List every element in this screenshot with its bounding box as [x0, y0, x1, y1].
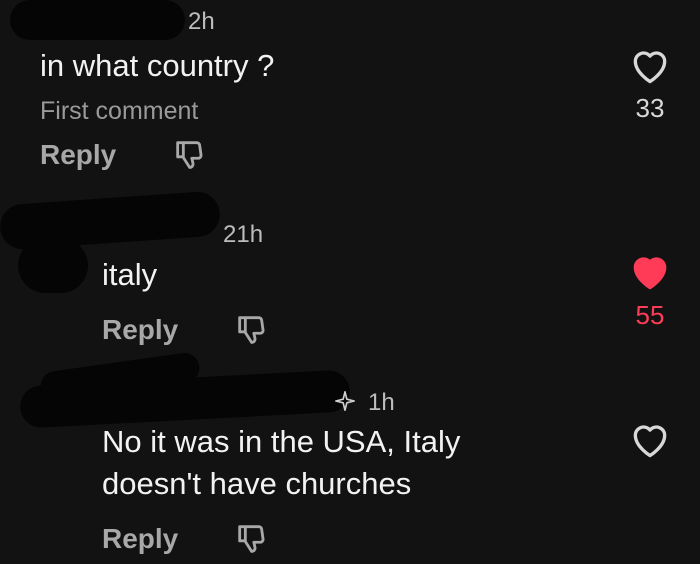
heart-icon[interactable] — [627, 44, 673, 88]
comment-3-text-line1: No it was in the USA, Italy — [102, 424, 461, 459]
reply-button[interactable]: Reply — [102, 523, 178, 555]
dislike-icon[interactable] — [172, 137, 206, 171]
heart-icon[interactable] — [627, 418, 673, 462]
comment-1-text: in what country ? — [40, 48, 275, 83]
comment-3-timestamp: 1h — [368, 389, 395, 416]
comment-3-text-line2: doesn't have churches — [102, 466, 412, 501]
reply-button[interactable]: Reply — [40, 139, 116, 171]
redacted-username-1 — [10, 0, 185, 40]
redacted-username-2b — [18, 238, 88, 293]
like-count: 55 — [635, 300, 665, 330]
first-comment-badge: First comment — [40, 97, 199, 125]
comment-2-timestamp: 21h — [223, 221, 264, 248]
comment-2-text: italy — [102, 257, 158, 292]
dislike-icon[interactable] — [234, 312, 268, 346]
like-count: 33 — [635, 93, 665, 123]
sparkle-icon — [335, 391, 355, 411]
heart-filled-icon[interactable] — [627, 250, 673, 294]
dislike-icon[interactable] — [234, 521, 268, 555]
reply-button[interactable]: Reply — [102, 314, 178, 346]
comment-1-timestamp: 2h — [188, 8, 215, 35]
